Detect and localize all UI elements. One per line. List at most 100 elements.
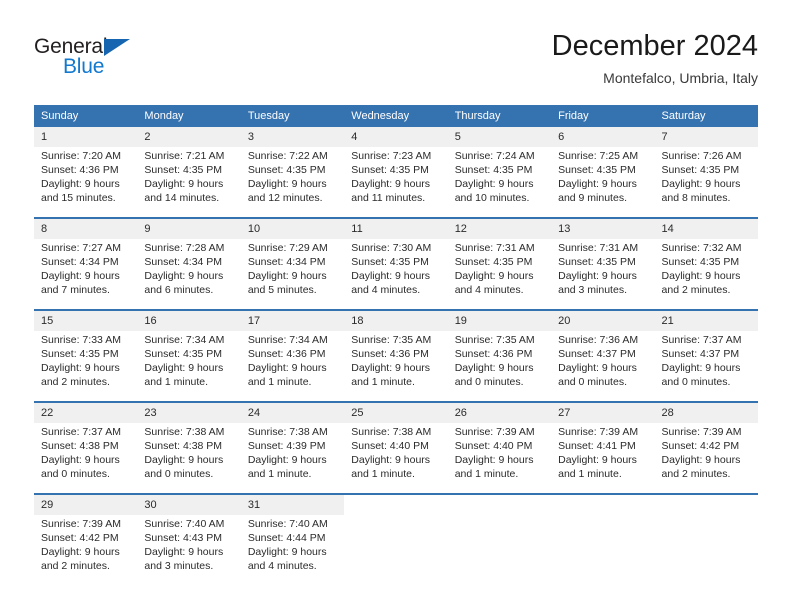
day-cell[interactable]: Sunrise: 7:30 AM Sunset: 4:35 PM Dayligh…	[344, 239, 448, 310]
day-cell-empty	[447, 515, 552, 585]
sunrise-text: Sunrise: 7:28 AM	[144, 242, 225, 254]
day-cell[interactable]: Sunrise: 7:31 AM Sunset: 4:35 PM Dayligh…	[551, 239, 655, 310]
sunset-text: Sunset: 4:42 PM	[41, 532, 119, 544]
daylight-text-line2: and 4 minutes.	[247, 560, 317, 572]
day-number[interactable]: 23	[137, 401, 241, 423]
daylight-text-line2: and 3 minutes.	[144, 560, 214, 572]
day-cell[interactable]: Sunrise: 7:38 AM Sunset: 4:40 PM Dayligh…	[344, 423, 448, 494]
day-cell[interactable]: Sunrise: 7:20 AM Sunset: 4:36 PM Dayligh…	[34, 147, 138, 218]
day-cell[interactable]: Sunrise: 7:37 AM Sunset: 4:37 PM Dayligh…	[654, 331, 758, 402]
day-cell[interactable]: Sunrise: 7:35 AM Sunset: 4:36 PM Dayligh…	[447, 331, 552, 402]
day-cell[interactable]: Sunrise: 7:40 AM Sunset: 4:43 PM Dayligh…	[137, 515, 241, 585]
daylight-text-line1: Daylight: 9 hours	[661, 270, 741, 282]
day-number[interactable]: 10	[240, 217, 345, 239]
day-number[interactable]: 13	[551, 217, 655, 239]
day-number[interactable]: 22	[34, 401, 138, 423]
day-number[interactable]: 8	[34, 217, 138, 239]
day-number[interactable]: 27	[551, 401, 655, 423]
day-cell[interactable]: Sunrise: 7:29 AM Sunset: 4:34 PM Dayligh…	[240, 239, 345, 310]
day-number-empty	[447, 493, 552, 515]
daylight-text-line1: Daylight: 9 hours	[661, 178, 741, 190]
day-cell[interactable]: Sunrise: 7:35 AM Sunset: 4:36 PM Dayligh…	[344, 331, 448, 402]
day-number[interactable]: 12	[447, 217, 552, 239]
day-cell[interactable]: Sunrise: 7:32 AM Sunset: 4:35 PM Dayligh…	[654, 239, 758, 310]
sunrise-text: Sunrise: 7:35 AM	[351, 334, 432, 346]
day-cell[interactable]: Sunrise: 7:23 AM Sunset: 4:35 PM Dayligh…	[344, 147, 448, 218]
day-cell[interactable]: Sunrise: 7:36 AM Sunset: 4:37 PM Dayligh…	[551, 331, 655, 402]
day-cell[interactable]: Sunrise: 7:39 AM Sunset: 4:42 PM Dayligh…	[34, 515, 138, 585]
day-cell[interactable]: Sunrise: 7:39 AM Sunset: 4:40 PM Dayligh…	[447, 423, 552, 494]
sunrise-text: Sunrise: 7:30 AM	[351, 242, 432, 254]
sunset-text: Sunset: 4:34 PM	[247, 256, 326, 268]
day-number[interactable]: 11	[344, 217, 448, 239]
daylight-text-line2: and 6 minutes.	[144, 284, 214, 296]
day-number[interactable]: 5	[447, 127, 552, 147]
day-cell[interactable]: Sunrise: 7:28 AM Sunset: 4:34 PM Dayligh…	[137, 239, 241, 310]
day-number[interactable]: 20	[551, 309, 655, 331]
page-subtitle: Montefalco, Umbria, Italy	[603, 70, 758, 86]
daylight-text-line1: Daylight: 9 hours	[351, 178, 431, 190]
day-number[interactable]: 31	[240, 493, 345, 515]
day-number[interactable]: 24	[240, 401, 345, 423]
day-number[interactable]: 15	[34, 309, 138, 331]
day-cell[interactable]: Sunrise: 7:26 AM Sunset: 4:35 PM Dayligh…	[654, 147, 758, 218]
day-cell[interactable]: Sunrise: 7:38 AM Sunset: 4:39 PM Dayligh…	[240, 423, 345, 494]
daylight-text-line2: and 2 minutes.	[661, 284, 731, 296]
daylight-text-line1: Daylight: 9 hours	[558, 270, 637, 282]
daylight-text-line1: Daylight: 9 hours	[454, 270, 534, 282]
day-cell[interactable]: Sunrise: 7:24 AM Sunset: 4:35 PM Dayligh…	[447, 147, 552, 218]
title-block: December 2024 Montefalco, Umbria, Italy	[552, 28, 758, 88]
day-cell[interactable]: Sunrise: 7:38 AM Sunset: 4:38 PM Dayligh…	[137, 423, 241, 494]
day-number[interactable]: 14	[654, 217, 758, 239]
day-number[interactable]: 7	[654, 127, 758, 147]
day-cell[interactable]: Sunrise: 7:27 AM Sunset: 4:34 PM Dayligh…	[34, 239, 138, 310]
daylight-text-line1: Daylight: 9 hours	[661, 454, 741, 466]
day-number[interactable]: 21	[654, 309, 758, 331]
day-number[interactable]: 6	[551, 127, 655, 147]
day-number[interactable]: 1	[34, 127, 138, 147]
daylight-text-line1: Daylight: 9 hours	[558, 362, 637, 374]
day-number[interactable]: 9	[137, 217, 241, 239]
day-number[interactable]: 19	[447, 309, 552, 331]
daylight-text-line2: and 11 minutes.	[351, 192, 426, 204]
sunrise-text: Sunrise: 7:39 AM	[558, 426, 639, 438]
day-number[interactable]: 2	[137, 127, 241, 147]
sunset-text: Sunset: 4:35 PM	[247, 164, 326, 176]
daylight-text-line2: and 2 minutes.	[41, 560, 110, 572]
day-cell[interactable]: Sunrise: 7:39 AM Sunset: 4:42 PM Dayligh…	[654, 423, 758, 494]
daylight-text-line2: and 15 minutes.	[41, 192, 116, 204]
day-cell[interactable]: Sunrise: 7:39 AM Sunset: 4:41 PM Dayligh…	[551, 423, 655, 494]
day-cell[interactable]: Sunrise: 7:34 AM Sunset: 4:35 PM Dayligh…	[137, 331, 241, 402]
day-cell[interactable]: Sunrise: 7:21 AM Sunset: 4:35 PM Dayligh…	[137, 147, 241, 218]
day-cell-empty	[551, 515, 655, 585]
sunrise-text: Sunrise: 7:38 AM	[351, 426, 432, 438]
day-number[interactable]: 26	[447, 401, 552, 423]
day-cell[interactable]: Sunrise: 7:34 AM Sunset: 4:36 PM Dayligh…	[240, 331, 345, 402]
day-number[interactable]: 16	[137, 309, 241, 331]
sunset-text: Sunset: 4:39 PM	[247, 440, 326, 452]
daylight-text-line2: and 9 minutes.	[558, 192, 627, 204]
daylight-text-line1: Daylight: 9 hours	[558, 178, 637, 190]
day-cell[interactable]: Sunrise: 7:25 AM Sunset: 4:35 PM Dayligh…	[551, 147, 655, 218]
logo-triangle-icon	[104, 39, 130, 56]
sunset-text: Sunset: 4:40 PM	[351, 440, 429, 452]
day-cell[interactable]: Sunrise: 7:22 AM Sunset: 4:35 PM Dayligh…	[240, 147, 345, 218]
day-number[interactable]: 4	[344, 127, 448, 147]
day-number[interactable]: 25	[344, 401, 448, 423]
day-cell[interactable]: Sunrise: 7:40 AM Sunset: 4:44 PM Dayligh…	[240, 515, 345, 585]
day-cell[interactable]: Sunrise: 7:33 AM Sunset: 4:35 PM Dayligh…	[34, 331, 138, 402]
day-number[interactable]: 3	[240, 127, 345, 147]
day-number[interactable]: 30	[137, 493, 241, 515]
daylight-text-line1: Daylight: 9 hours	[351, 454, 431, 466]
day-number[interactable]: 28	[654, 401, 758, 423]
logo-text-blue: Blue	[63, 55, 105, 78]
generalblue-logo[interactable]: General Blue	[34, 36, 254, 92]
daylight-text-line1: Daylight: 9 hours	[661, 362, 741, 374]
day-number[interactable]: 29	[34, 493, 138, 515]
day-detail-row: Sunrise: 7:27 AM Sunset: 4:34 PM Dayligh…	[34, 239, 758, 310]
day-number[interactable]: 18	[344, 309, 448, 331]
day-number[interactable]: 17	[240, 309, 345, 331]
sunset-text: Sunset: 4:35 PM	[558, 256, 636, 268]
day-cell[interactable]: Sunrise: 7:37 AM Sunset: 4:38 PM Dayligh…	[34, 423, 138, 494]
day-cell[interactable]: Sunrise: 7:31 AM Sunset: 4:35 PM Dayligh…	[447, 239, 552, 310]
